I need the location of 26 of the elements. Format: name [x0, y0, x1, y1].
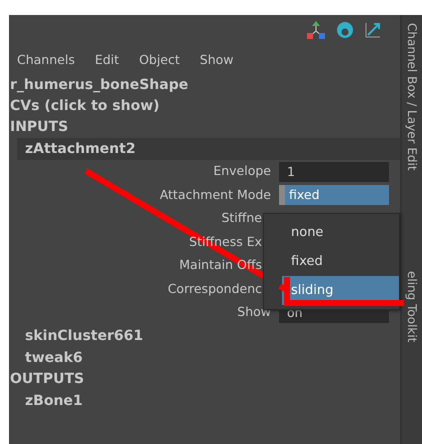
- cvs-row[interactable]: CVs (click to show): [9, 96, 400, 117]
- side-tab[interactable]: Channel Box / Layer Edit: [403, 23, 421, 171]
- attribute-label: Correspondenc: [166, 280, 263, 298]
- outputs-header: OUTPUTS: [9, 370, 86, 388]
- menu-item[interactable]: Edit: [90, 49, 124, 75]
- attribute-label: Show: [236, 303, 272, 322]
- attribute-field[interactable]: fixed: [279, 185, 389, 206]
- attribute-label: Attachment Mode: [158, 186, 272, 204]
- input-node[interactable]: skinCluster661: [9, 324, 400, 346]
- menu-item[interactable]: Channels: [13, 49, 79, 75]
- node-icon[interactable]: [306, 21, 326, 39]
- output-node[interactable]: zBone1: [9, 390, 400, 412]
- dropdown-option[interactable]: fixed: [264, 247, 399, 276]
- input-node[interactable]: zAttachment2: [17, 138, 400, 160]
- node-name[interactable]: r_humerus_boneShape: [9, 75, 400, 96]
- menu-item[interactable]: Show: [196, 49, 238, 75]
- circle-icon[interactable]: [336, 21, 354, 39]
- inputs-header: INPUTS: [9, 118, 70, 137]
- arrow-icon[interactable]: [364, 21, 382, 39]
- attribute-field[interactable]: 1: [279, 162, 389, 182]
- dropdown-option[interactable]: none: [264, 218, 399, 247]
- attribute-label: Stiffne: [220, 209, 263, 228]
- side-tab[interactable]: eling Toolkit: [403, 270, 421, 342]
- attribute-label: Envelope: [212, 162, 272, 180]
- input-node[interactable]: tweak6: [9, 346, 400, 368]
- menu-item[interactable]: Object: [135, 49, 184, 75]
